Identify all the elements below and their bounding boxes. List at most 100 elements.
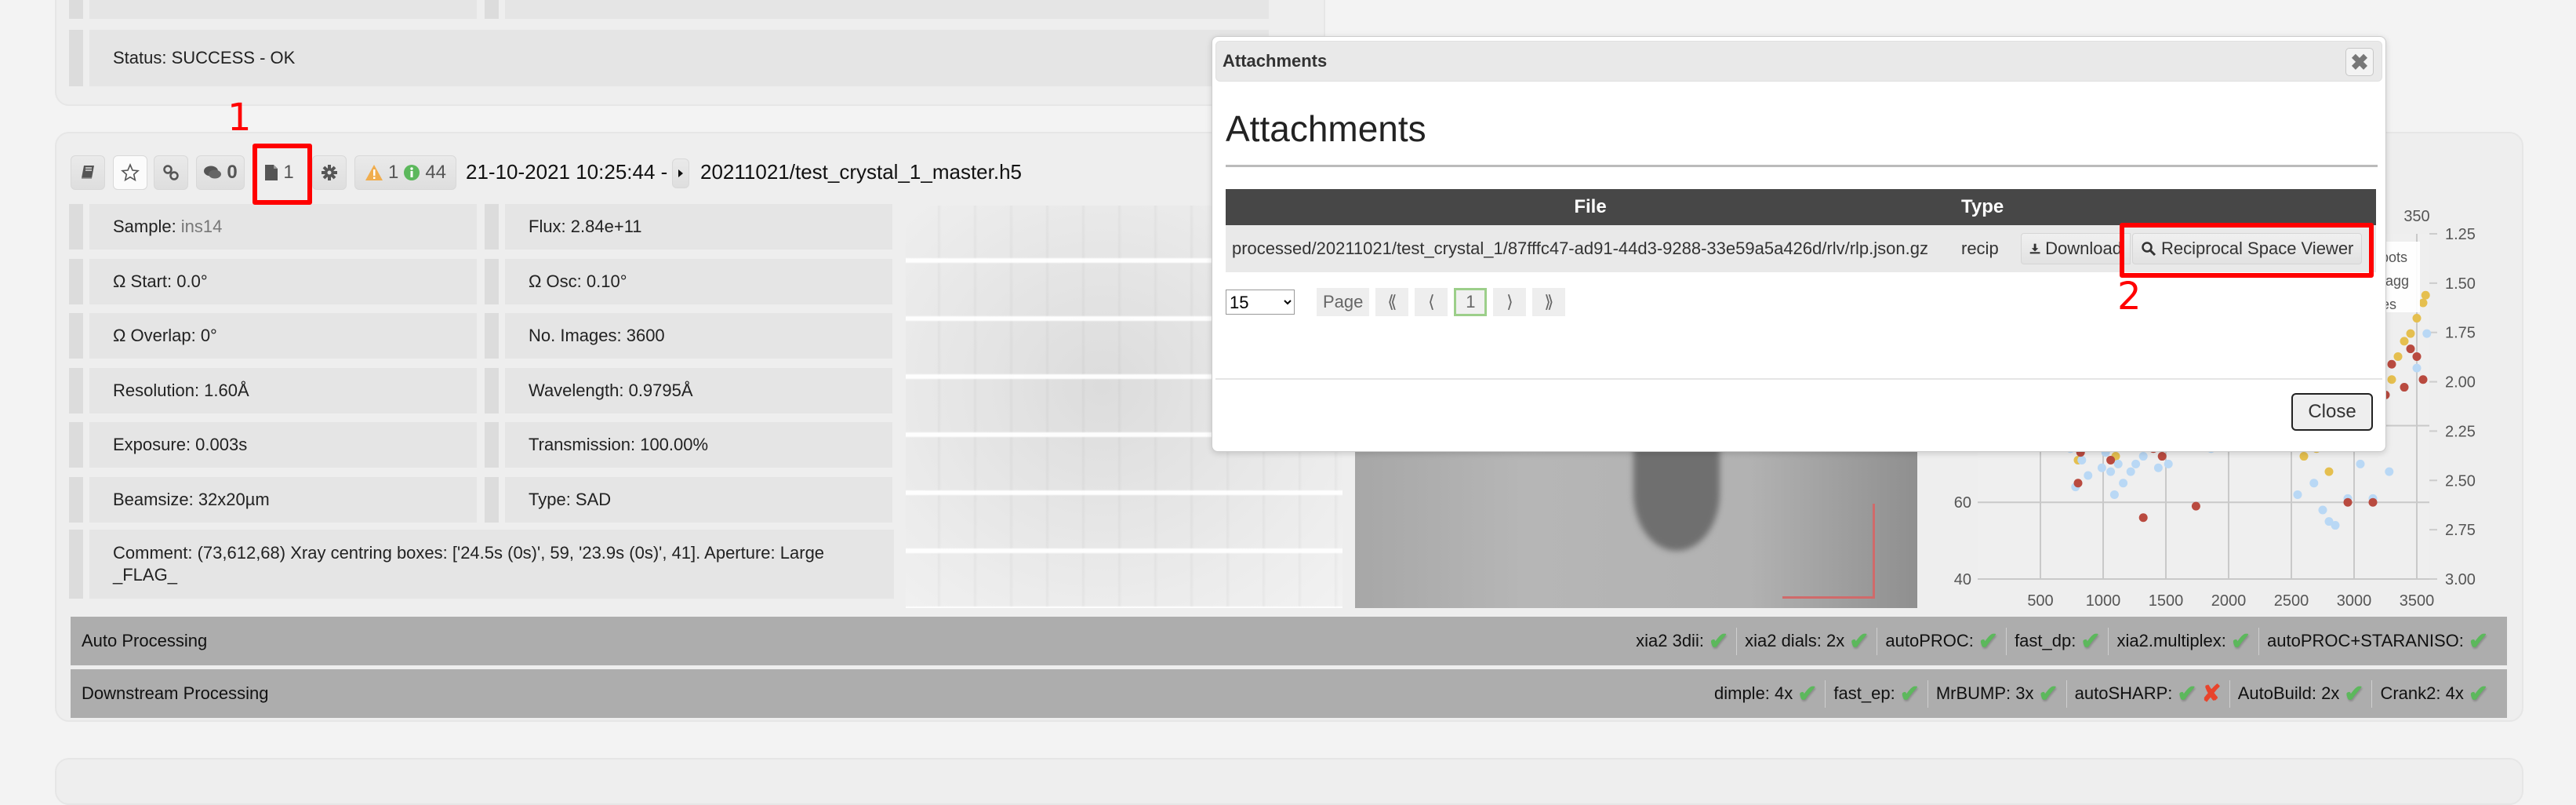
auto-processing-row[interactable]: Auto Processing xia2 3dii: ✔ xia2 dials: 2… [71, 617, 2507, 665]
check-icon: ✔ [2344, 680, 2364, 707]
column-header-type[interactable]: Type [1955, 189, 2018, 225]
processing-item[interactable]: autoPROC+STARANISO: ✔ [2258, 627, 2496, 655]
cell-strip [485, 258, 499, 304]
cell-strip [69, 313, 83, 359]
processing-item-label: autoSHARP: [2074, 683, 2173, 703]
cell-strip [69, 422, 83, 468]
next-page-button[interactable]: ⟩ [1493, 288, 1527, 316]
prev-cell-row-right [485, 0, 1269, 19]
logbook-button[interactable] [71, 155, 105, 190]
download-button[interactable]: Download [2021, 233, 2131, 264]
downstream-processing-title: Downstream Processing [82, 683, 269, 703]
y-right-tick-label: 3.00 [2445, 571, 2476, 588]
check-icon: ✔ [2230, 628, 2251, 654]
settings-button[interactable] [312, 155, 347, 190]
data-point-res [2073, 479, 2083, 488]
modal-heading: Attachments [1226, 108, 1426, 149]
data-point-res [2387, 359, 2396, 369]
processing-item[interactable]: dimple: 4x ✔ [1706, 680, 1825, 708]
processing-item[interactable]: xia2 3dii: ✔ [1628, 628, 1736, 655]
comments-icon [204, 166, 222, 179]
current-page-button[interactable]: 1 [1454, 288, 1488, 316]
data-point-res [2157, 452, 2167, 461]
processing-item[interactable]: AutoBuild: 2x ✔ [2229, 679, 2372, 708]
processing-item[interactable]: autoPROC: ✔ [1877, 627, 2006, 655]
param-row: Beamsize: 32x20µm [69, 476, 477, 523]
processing-item-label: AutoBuild: 2x [2237, 683, 2340, 703]
param-value[interactable]: ins14 [181, 217, 223, 237]
y-left-tick-label: 60 [1954, 494, 1971, 512]
check-icon: ✔ [1797, 680, 1818, 707]
processing-item[interactable]: MrBUMP: 3x ✔ [1927, 679, 2066, 708]
cell-strip [485, 313, 499, 359]
page-size-select[interactable]: 15 [1226, 290, 1295, 315]
downstream-processing-items: dimple: 4x ✔ fast_ep: ✔ MrBUMP: 3x ✔ autoSHARP… [1706, 679, 2496, 708]
processing-item-label: fast_ep: [1833, 683, 1895, 703]
check-icon: ✔ [2468, 680, 2488, 707]
processing-item[interactable]: xia2.multiplex: ✔ [2108, 627, 2258, 655]
processing-item[interactable]: autoSHARP: ✔ ✘ [2066, 679, 2229, 708]
x-tick-label: 2000 [2211, 592, 2247, 610]
cross-icon: ✘ [2201, 680, 2222, 707]
param-row: Type: SAD [485, 476, 892, 523]
permalink-button[interactable] [154, 155, 188, 190]
data-point-bragg [2113, 459, 2123, 468]
processing-item[interactable]: xia2 dials: 2x ✔ [1736, 627, 1877, 655]
processing-item[interactable]: fast_ep: ✔ [1825, 679, 1927, 708]
scale-bar-vertical [1873, 504, 1875, 598]
download-icon [2029, 243, 2040, 254]
prev-page-button[interactable]: ⟨ [1415, 288, 1448, 316]
processing-item[interactable]: Crank2: 4x ✔ [2371, 679, 2496, 708]
check-icon: ✔ [1849, 628, 1869, 654]
check-icon: ✔ [2080, 628, 2101, 654]
modal-titlebar[interactable]: Attachments ✖ [1215, 41, 2382, 82]
messages-button[interactable]: 1 44 [354, 155, 456, 190]
scale-bar-horizontal [1782, 596, 1875, 599]
param-cell: Ω Start: 0.0° [89, 258, 477, 304]
collection-timestamp: 21-10-2021 10:25:44 - [466, 160, 668, 184]
favourite-button[interactable] [113, 155, 147, 190]
last-page-button[interactable]: ⟫ [1532, 288, 1566, 316]
param-row: Ω Osc: 0.10° [485, 258, 892, 304]
expand-button[interactable] [672, 158, 689, 188]
comment-row: Comment: (73,612,68) Xray centring boxes… [69, 530, 894, 599]
param-cell: Sample: ins14 [89, 204, 477, 250]
data-point-spots [2387, 375, 2396, 384]
param-row: Resolution: 1.60Å [69, 367, 477, 413]
comments-button[interactable]: 0 [196, 155, 245, 190]
param-label: Beamsize: 32x20µm [113, 489, 270, 509]
warning-icon [365, 165, 383, 180]
data-point-bragg [2153, 463, 2163, 472]
param-label: Exposure: 0.003s [113, 435, 248, 454]
page-label: Page [1317, 288, 1370, 316]
cell-strip [69, 476, 83, 523]
param-row: Ω Start: 0.0° [69, 258, 477, 304]
caret-right-icon [678, 169, 683, 177]
modal-footer-divider [1215, 378, 2382, 380]
data-point-bragg [2309, 479, 2319, 488]
modal-close-icon-button[interactable]: ✖ [2345, 48, 2374, 76]
y-right-tick-label: 1.50 [2445, 275, 2476, 293]
loop-tip [1633, 441, 1720, 551]
close-button[interactable]: Close [2291, 393, 2373, 431]
cell-strip [69, 258, 83, 304]
data-point-spots [2406, 329, 2415, 338]
processing-item-label: xia2.multiplex: [2116, 631, 2226, 650]
data-point-bragg [2109, 490, 2119, 499]
collection-filename: 20211021/test_crystal_1_master.h5 [700, 160, 1023, 184]
processing-item-label: MrBUMP: 3x [1935, 683, 2034, 703]
downstream-processing-row[interactable]: Downstream Processing dimple: 4x ✔ fast_ep… [71, 669, 2507, 718]
y-right-tick-label: 1.25 [2445, 226, 2476, 243]
column-header-actions [2018, 189, 2376, 225]
cell-strip [69, 30, 83, 86]
data-point-res [2106, 455, 2116, 464]
processing-item[interactable]: fast_dp: ✔ [2006, 627, 2108, 655]
x-tick-label: 3000 [2337, 592, 2372, 610]
data-point-res [2138, 513, 2148, 523]
data-point-bragg [2126, 467, 2135, 476]
warnings-count: 1 [387, 162, 399, 183]
x-tick-label: 3500 [2400, 592, 2435, 610]
first-page-button[interactable]: ⟪ [1375, 288, 1409, 316]
column-header-file[interactable]: File [1226, 189, 1955, 225]
param-label: No. Images: 3600 [529, 326, 665, 345]
